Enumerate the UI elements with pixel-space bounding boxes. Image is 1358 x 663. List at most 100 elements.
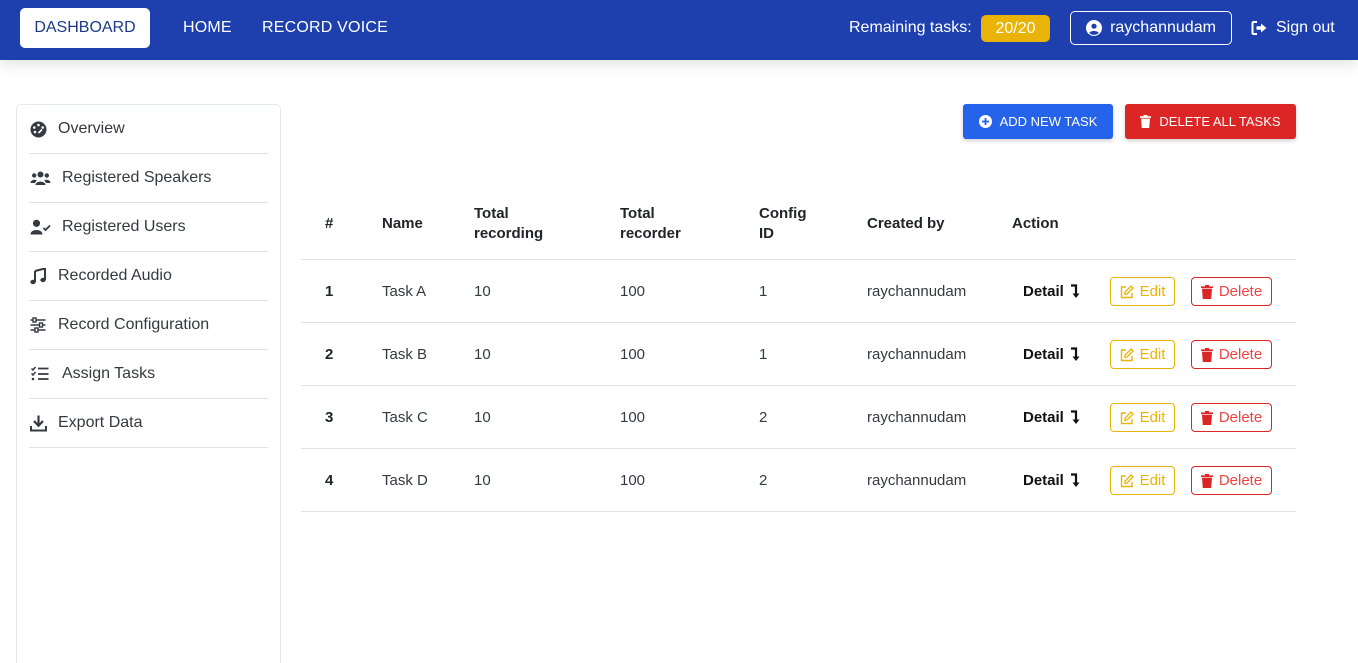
edit-icon [1120,473,1134,488]
cell-created-by: raychannudam [867,409,967,426]
cell-created-by: raychannudam [867,472,967,489]
edit-button[interactable]: Edit [1110,277,1175,306]
sidebar-item-registered-speakers[interactable]: Registered Speakers [29,154,268,203]
cell-num: 1 [325,283,334,300]
delete-label: Delete [1218,409,1263,426]
header-config-id: Config ID [759,205,807,242]
detail-label: Detail [1023,283,1064,300]
sidebar-item-record-configuration[interactable]: Record Configuration [29,301,268,350]
cell-config-id: 2 [759,472,768,489]
arrow-turn-down-icon [1070,410,1081,425]
nav-home-link[interactable]: HOME [183,19,232,37]
detail-link[interactable]: Detail [1023,283,1081,300]
detail-label: Detail [1023,472,1064,489]
cell-total-recording: 10 [474,346,491,363]
cell-num: 2 [325,346,334,363]
delete-all-tasks-label: DELETE ALL TASKS [1159,114,1281,129]
cell-total-recording: 10 [474,283,491,300]
sidebar-item-recorded-audio[interactable]: Recorded Audio [29,252,268,301]
delete-button[interactable]: Delete [1191,466,1272,495]
delete-label: Delete [1218,283,1263,300]
top-navbar: DASHBOARD HOME RECORD VOICE Remaining ta… [0,0,1358,60]
sidebar-item-label: Export Data [58,414,143,431]
table-header: # Name Total recording Total recorder Co… [301,192,1296,260]
cell-num: 3 [325,409,334,426]
table-row: 1 Task A 10 100 1 raychannudam Detail Edit Delet… [301,260,1296,323]
cell-total-recorder: 100 [620,472,646,489]
sidebar-item-label: Assign Tasks [62,365,156,382]
edit-icon [1120,284,1134,299]
detail-link[interactable]: Detail [1023,472,1081,489]
arrow-turn-down-icon [1070,473,1081,488]
trash-icon [1140,115,1152,128]
list-check-icon [29,365,51,383]
cell-total-recorder: 100 [620,346,646,363]
users-icon [29,169,51,187]
sidebar-item-label: Recorded Audio [58,267,172,284]
cell-name: Task B [382,346,428,363]
plus-circle-icon [978,115,992,128]
header-num: # [325,215,334,232]
arrow-turn-down-icon [1070,347,1081,362]
nav-dashboard-button[interactable]: DASHBOARD [20,8,150,48]
edit-button[interactable]: Edit [1110,340,1175,369]
cell-created-by: raychannudam [867,346,967,363]
trash-icon [1200,347,1213,362]
add-new-task-button[interactable]: ADD NEW TASK [963,104,1113,139]
remaining-tasks-badge: 20/20 [981,15,1050,42]
cell-name: Task C [382,409,428,426]
sign-out-icon [1251,20,1268,36]
edit-icon [1120,347,1134,362]
palette-icon [29,120,47,138]
delete-button[interactable]: Delete [1191,340,1272,369]
trash-icon [1200,410,1213,425]
header-created-by: Created by [867,215,945,232]
table-row: 3 Task C 10 100 2 raychannudam Detail Edit Delet… [301,386,1296,449]
delete-all-tasks-button[interactable]: DELETE ALL TASKS [1125,104,1296,139]
trash-icon [1200,473,1213,488]
cell-created-by: raychannudam [867,283,967,300]
add-new-task-label: ADD NEW TASK [999,114,1098,129]
edit-button[interactable]: Edit [1110,466,1175,495]
detail-label: Detail [1023,346,1064,363]
sidebar-item-label: Registered Users [62,218,186,235]
username-label: raychannudam [1110,19,1216,36]
edit-label: Edit [1139,283,1166,300]
table-row: 2 Task B 10 100 1 raychannudam Detail Edit Delet… [301,323,1296,386]
sidebar-item-export-data[interactable]: Export Data [29,399,268,448]
sidebar-item-registered-users[interactable]: Registered Users [29,203,268,252]
cell-total-recording: 10 [474,472,491,489]
header-action: Action [1012,215,1059,232]
edit-label: Edit [1139,346,1166,363]
trash-icon [1200,284,1213,299]
sign-out-link[interactable]: Sign out [1251,19,1335,37]
delete-button[interactable]: Delete [1191,277,1272,306]
delete-label: Delete [1218,346,1263,363]
delete-button[interactable]: Delete [1191,403,1272,432]
download-icon [29,414,47,432]
nav-record-voice-link[interactable]: RECORD VOICE [262,19,388,37]
cell-config-id: 1 [759,283,768,300]
table-row: 4 Task D 10 100 2 raychannudam Detail Edit Delet… [301,449,1296,512]
sidebar: Overview Registered Speakers Registered … [16,104,281,663]
cell-config-id: 1 [759,346,768,363]
cell-name: Task D [382,472,428,489]
sidebar-item-label: Registered Speakers [62,169,212,186]
detail-link[interactable]: Detail [1023,409,1081,426]
edit-label: Edit [1139,409,1166,426]
header-total-recorder: Total recorder [620,205,681,242]
user-account-button[interactable]: raychannudam [1070,11,1232,45]
edit-icon [1120,410,1134,425]
detail-link[interactable]: Detail [1023,346,1081,363]
sign-out-label: Sign out [1276,19,1335,36]
arrow-turn-down-icon [1070,284,1081,299]
sliders-icon [29,316,47,334]
sidebar-item-overview[interactable]: Overview [29,105,268,154]
edit-label: Edit [1139,472,1166,489]
music-icon [29,267,47,285]
cell-config-id: 2 [759,409,768,426]
user-circle-icon [1086,20,1103,36]
sidebar-item-assign-tasks[interactable]: Assign Tasks [29,350,268,399]
cell-total-recording: 10 [474,409,491,426]
edit-button[interactable]: Edit [1110,403,1175,432]
